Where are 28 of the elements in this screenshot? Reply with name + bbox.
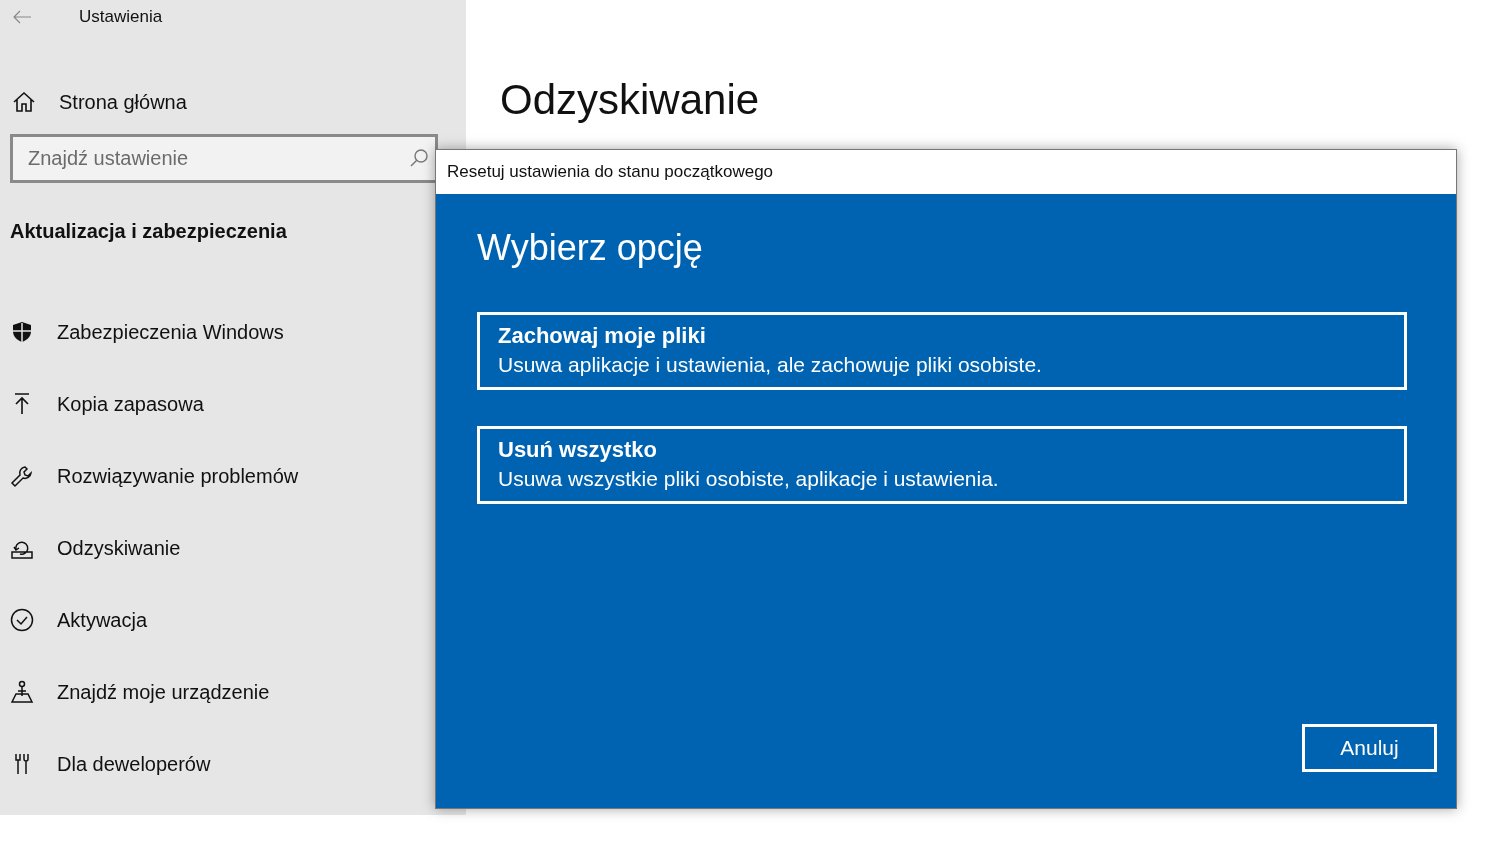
- option-title: Usuń wszystko: [498, 436, 657, 464]
- sidebar-item[interactable]: Aktywacja: [0, 602, 466, 638]
- option-button[interactable]: Zachowaj moje pliki Usuwa aplikacje i ustawienia, ale zachowuje pliki osobiste.: [477, 312, 1407, 390]
- window-title: Ustawienia: [79, 6, 163, 29]
- option-description: Usuwa aplikacje i ustawienia, ale zachowuje pliki osobiste.: [498, 352, 1042, 378]
- back-arrow-icon[interactable]: [12, 10, 32, 24]
- section-heading: Aktualizacja i zabezpieczenia: [10, 219, 288, 244]
- dialog-title: Resetuj ustawienia do stanu początkowego: [447, 161, 774, 184]
- option-button[interactable]: Usuń wszystko Usuwa wszystkie pliki osobiste, aplikacje i ustawienia.: [477, 426, 1407, 504]
- cancel-button[interactable]: Anuluj: [1302, 724, 1437, 772]
- option-description: Usuwa wszystkie pliki osobiste, aplikacje i ustawienia.: [498, 466, 999, 492]
- wrench-icon: [10, 464, 34, 488]
- dialog-heading: Wybierz opcję: [477, 226, 704, 270]
- sidebar-item[interactable]: Znajdź moje urządzenie: [0, 674, 466, 710]
- sidebar-item[interactable]: Odzyskiwanie: [0, 530, 466, 566]
- sidebar-item[interactable]: Zabezpieczenia Windows: [0, 314, 466, 350]
- sidebar-item[interactable]: Dla deweloperów: [0, 746, 466, 782]
- sidebar-item[interactable]: Kopia zapasowa: [0, 386, 466, 422]
- search-icon: [409, 148, 429, 168]
- search-field[interactable]: Znajdź ustawienie: [10, 134, 438, 183]
- person-pin-icon: [10, 680, 34, 704]
- shield-icon: [10, 320, 34, 344]
- home-icon: [12, 91, 36, 113]
- sidebar-item[interactable]: Rozwiązywanie problemów: [0, 458, 466, 494]
- check-circle-icon: [10, 608, 34, 632]
- option-title: Zachowaj moje pliki: [498, 322, 706, 350]
- page-title: Odzyskiwanie: [500, 75, 761, 125]
- home-link[interactable]: Strona główna: [0, 84, 466, 120]
